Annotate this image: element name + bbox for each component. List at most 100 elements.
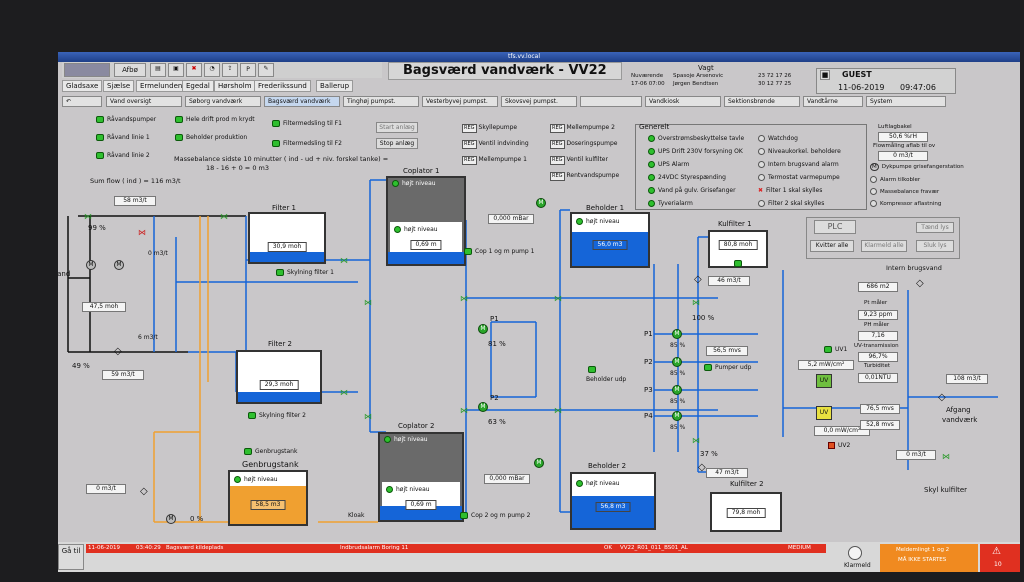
pump-p1-label: P1 <box>644 330 653 338</box>
kulfilter2-name: Kulfilter 2 <box>730 480 764 488</box>
valve-icon[interactable]: ⋈ <box>340 388 348 397</box>
valve-icon[interactable]: ⋈ <box>364 412 372 421</box>
alarm-summary-1: Meldemlingt 1 og 2 <box>896 547 950 553</box>
klarmeld-icon[interactable] <box>848 546 862 560</box>
intern-label: Intern brugsvand <box>886 264 942 272</box>
status-lamp <box>276 269 284 276</box>
kulfilter1-name: Kulfilter 1 <box>718 220 752 228</box>
filter2-name: Filter 2 <box>268 340 293 348</box>
uvt-value: 96,7% <box>858 352 898 362</box>
alarm-ok: OK <box>604 545 612 551</box>
flow-zero: 0 m3/t <box>148 250 168 257</box>
filter2-level: 29,3 moh <box>259 380 299 390</box>
motor-icon[interactable]: M <box>114 260 124 270</box>
alarm-tag: VV22_R01_011_BS01_AL <box>620 545 688 551</box>
status-lamp <box>588 366 596 373</box>
alarm-count: 10 <box>994 561 1002 568</box>
valve-icon[interactable]: ⋈ <box>692 298 700 307</box>
diamond-icon: ◇ <box>114 346 122 357</box>
flow-p6: 6 m3/t <box>138 334 158 341</box>
turb-label: Turbiditet <box>864 363 891 369</box>
alarm-text: Indbrudsalarm Boring 11 <box>340 545 409 551</box>
kulfilter1-level: 80,8 moh <box>718 240 758 250</box>
p1-name: P1 <box>490 315 499 323</box>
pump-p2-icon[interactable]: M <box>478 402 488 412</box>
pump-p2-pct: 85 % <box>670 370 686 377</box>
pump-p4-pct: 85 % <box>670 424 686 431</box>
coplator1-hojt-2: højt niveau <box>394 226 438 233</box>
pump-icon[interactable]: M <box>672 357 682 367</box>
valve-icon[interactable]: ⋈ <box>460 406 468 415</box>
pump-icon[interactable]: M <box>672 329 682 339</box>
diamond-icon: ◇ <box>694 274 702 285</box>
afgang-flow: 108 m3/t <box>946 374 988 384</box>
pct-top: 99 % <box>88 224 106 232</box>
ga-til-button[interactable]: Gå til <box>58 544 84 570</box>
filter1-name: Filter 1 <box>272 204 297 212</box>
pump-p4-label: P4 <box>644 412 653 420</box>
beholder2-fill <box>572 496 654 528</box>
turb-value: 0,01NTU <box>858 373 898 383</box>
coplator2-hojt-2: højt niveau <box>386 486 430 493</box>
alarm-level: MEDIUM <box>788 545 811 551</box>
status-lamp <box>234 476 241 483</box>
beholder2-tank: højt niveau 56,8 m3 <box>570 472 656 530</box>
mvs3-value: 52,8 mvs <box>860 420 900 430</box>
kulfilter2-tank: 79,8 moh <box>710 492 782 532</box>
ph-value: 7,16 <box>858 331 898 341</box>
warning-icon: ⚠ <box>992 546 1001 557</box>
pump-icon[interactable]: M <box>672 411 682 421</box>
status-lamp <box>704 364 712 371</box>
status-lamp <box>384 436 391 443</box>
diamond-icon: ◇ <box>916 278 924 289</box>
uv1-unit[interactable]: UV <box>816 374 832 388</box>
coplator1-pressure: 0,000 mBar <box>488 214 534 224</box>
valve-icon[interactable]: ⋈ <box>84 212 92 221</box>
beholder1-level: 56,0 m3 <box>592 240 628 250</box>
pt-label: Pt måler <box>864 300 888 306</box>
p1-pct: 81 % <box>488 340 506 348</box>
status-lamp <box>248 412 256 419</box>
mvs2-value: 76,5 mvs <box>860 404 900 414</box>
filter2-fill <box>238 392 320 402</box>
valve-icon[interactable]: ⋈ <box>460 294 468 303</box>
diamond-icon: ◇ <box>938 392 946 403</box>
uv2-alarm-icon <box>828 442 835 449</box>
filter2-skyl: Skylning filter 2 <box>248 412 306 419</box>
valve-icon[interactable]: ⋈ <box>692 436 700 445</box>
valve-icon[interactable]: ⋈ <box>554 294 562 303</box>
coplator2-level: 0,69 m <box>405 500 437 510</box>
beholder2-level: 56,8 m3 <box>595 502 631 512</box>
pump-p1-icon[interactable]: M <box>478 324 488 334</box>
beholder-udp <box>588 366 599 373</box>
status-lamp <box>386 486 393 493</box>
motor-icon[interactable]: M <box>166 514 176 524</box>
genbrug-lamp-label: Genbrugstank <box>244 448 297 455</box>
afgang-label1: Afgang <box>946 406 971 414</box>
valve-icon[interactable]: ⋈ <box>340 256 348 265</box>
valve-icon[interactable]: ⋈ <box>364 298 372 307</box>
pump-icon[interactable]: M <box>672 385 682 395</box>
kulfilter2-flow: 47 m3/t <box>706 468 748 478</box>
diamond-icon: ◇ <box>140 486 148 497</box>
valve-icon[interactable]: ⋈ <box>220 212 228 221</box>
pressure-sensor-icon: M <box>536 198 546 208</box>
alarm-date: 11-06-2019 <box>88 545 120 551</box>
valve-icon[interactable]: ⋈ <box>138 228 146 237</box>
valve-icon[interactable]: ⋈ <box>554 406 562 415</box>
status-lamp <box>460 512 468 519</box>
pt-value: 9,23 ppm <box>858 310 898 320</box>
klarmeld-label: Klarmeld <box>844 562 871 569</box>
uv1-lamp: UV1 <box>824 346 847 353</box>
valve-icon[interactable]: ⋈ <box>942 452 950 461</box>
filter1-fill <box>250 252 324 262</box>
genbrug-name: Genbrugstank <box>242 460 299 469</box>
genbrug-tank: højt niveau 58,5 m3 <box>228 470 308 526</box>
status-lamp <box>576 480 583 487</box>
beholder1-name: Beholder 1 <box>586 204 625 212</box>
diamond-icon: ◇ <box>698 462 706 473</box>
motor-icon[interactable]: M <box>86 260 96 270</box>
uv2-unit[interactable]: UV <box>816 406 832 420</box>
genbrug-level: 58,5 m3 <box>250 500 286 510</box>
filter2-tank: 29,3 moh <box>236 350 322 404</box>
